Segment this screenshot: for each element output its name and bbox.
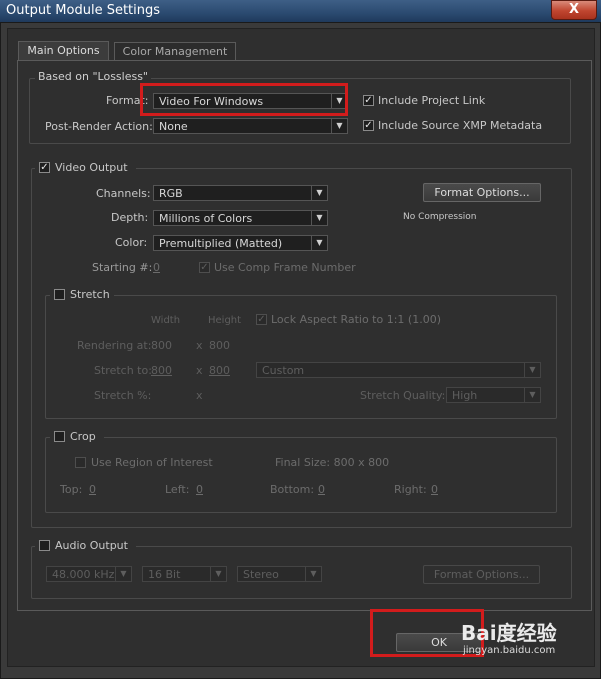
- stretch-checkbox[interactable]: [54, 289, 65, 300]
- stretch-to-x: x: [196, 364, 203, 377]
- chevron-down-icon: ▼: [524, 363, 540, 377]
- crop-bottom-value[interactable]: 0: [318, 483, 325, 496]
- video-output-checkbox[interactable]: ✓: [39, 162, 50, 173]
- chevron-down-icon: ▼: [311, 211, 327, 225]
- crop-left-value[interactable]: 0: [196, 483, 203, 496]
- final-size-text: Final Size: 800 x 800: [275, 456, 390, 469]
- stretch-preset-value: Custom: [262, 364, 305, 377]
- stretch-quality-dropdown[interactable]: High ▼: [446, 387, 541, 403]
- post-render-value: None: [159, 120, 188, 133]
- use-comp-frame-checkbox[interactable]: ✓: [199, 262, 210, 273]
- crop-right-label: Right:: [394, 483, 427, 496]
- starting-label: Starting #:: [92, 261, 153, 274]
- audio-channels-dropdown[interactable]: Stereo ▼: [237, 566, 322, 582]
- based-on-title: Based on "Lossless": [35, 70, 151, 83]
- depth-dropdown[interactable]: Millions of Colors ▼: [153, 210, 328, 226]
- stretch-title: Stretch: [70, 288, 110, 301]
- stretch-pct-x: x: [196, 389, 203, 402]
- stretch-to-label: Stretch to:: [94, 364, 152, 377]
- channels-label: Channels:: [96, 187, 151, 200]
- chevron-down-icon: ▼: [311, 186, 327, 200]
- chevron-down-icon: ▼: [331, 119, 347, 133]
- crop-checkbox[interactable]: [54, 431, 65, 442]
- starting-value[interactable]: 0: [153, 261, 160, 274]
- chevron-down-icon: ▼: [524, 388, 540, 402]
- use-roi-checkbox[interactable]: [75, 457, 86, 468]
- close-button[interactable]: X: [551, 0, 597, 20]
- stretch-quality-value: High: [452, 389, 478, 402]
- stretch-pct-label: Stretch %:: [94, 389, 152, 402]
- audio-channels-value: Stereo: [243, 568, 279, 581]
- chevron-down-icon: ▼: [311, 236, 327, 250]
- depth-label: Depth:: [111, 211, 149, 224]
- lock-aspect-label: Lock Aspect Ratio to 1:1 (1.00): [271, 313, 441, 326]
- video-output-title: Video Output: [55, 161, 128, 174]
- use-roi-label: Use Region of Interest: [91, 456, 213, 469]
- format-highlight-box: [140, 83, 348, 116]
- chevron-down-icon: ▼: [210, 567, 226, 581]
- tab-color-management[interactable]: Color Management: [114, 42, 236, 61]
- color-dropdown[interactable]: Premultiplied (Matted) ▼: [153, 235, 328, 251]
- chevron-down-icon: ▼: [305, 567, 321, 581]
- height-header: Height: [208, 315, 242, 326]
- video-format-options-button[interactable]: Format Options...: [423, 183, 541, 202]
- compression-text: No Compression: [403, 212, 477, 222]
- lock-aspect-checkbox[interactable]: ✓: [256, 314, 267, 325]
- audio-rate-dropdown[interactable]: 48.000 kHz ▼: [46, 566, 132, 582]
- tab-main-options[interactable]: Main Options: [18, 41, 109, 61]
- audio-output-title: Audio Output: [55, 539, 128, 552]
- color-label: Color:: [115, 236, 148, 249]
- audio-bits-dropdown[interactable]: 16 Bit ▼: [142, 566, 227, 582]
- window-title: Output Module Settings: [6, 3, 161, 18]
- crop-top-label: Top:: [60, 483, 83, 496]
- channels-dropdown[interactable]: RGB ▼: [153, 185, 328, 201]
- baidu-watermark-logo: Bai度经验: [461, 621, 557, 645]
- audio-output-checkbox[interactable]: [39, 540, 50, 551]
- post-render-dropdown[interactable]: None ▼: [153, 118, 348, 134]
- rendering-height: 800: [209, 339, 230, 352]
- baidu-watermark-url: jingyan.baidu.com: [463, 645, 556, 656]
- width-header: Width: [151, 315, 181, 326]
- crop-top-value[interactable]: 0: [89, 483, 96, 496]
- crop-group: [45, 437, 557, 513]
- depth-value: Millions of Colors: [159, 212, 253, 225]
- crop-bottom-label: Bottom:: [270, 483, 315, 496]
- rendering-width: 800: [151, 339, 172, 352]
- rendering-x: x: [196, 339, 203, 352]
- include-xmp-checkbox[interactable]: ✓: [363, 120, 374, 131]
- stretch-preset-dropdown[interactable]: Custom ▼: [256, 362, 541, 378]
- audio-rate-value: 48.000 kHz: [52, 568, 115, 581]
- color-value: Premultiplied (Matted): [159, 237, 283, 250]
- stretch-to-height[interactable]: 800: [209, 364, 230, 377]
- use-comp-frame-label: Use Comp Frame Number: [214, 261, 356, 274]
- close-icon: X: [568, 2, 580, 17]
- crop-left-label: Left:: [165, 483, 190, 496]
- rendering-at-label: Rendering at:: [77, 339, 152, 352]
- chevron-down-icon: ▼: [115, 567, 131, 581]
- crop-title: Crop: [70, 430, 96, 443]
- include-xmp-label: Include Source XMP Metadata: [378, 119, 543, 132]
- audio-format-options-button[interactable]: Format Options...: [423, 565, 540, 584]
- include-project-link-label: Include Project Link: [378, 94, 486, 107]
- stretch-quality-label: Stretch Quality:: [360, 389, 446, 402]
- audio-bits-value: 16 Bit: [148, 568, 181, 581]
- include-project-link-checkbox[interactable]: ✓: [363, 95, 374, 106]
- stretch-to-width[interactable]: 800: [151, 364, 172, 377]
- crop-right-value[interactable]: 0: [431, 483, 438, 496]
- channels-value: RGB: [159, 187, 183, 200]
- post-render-label: Post-Render Action:: [45, 120, 153, 133]
